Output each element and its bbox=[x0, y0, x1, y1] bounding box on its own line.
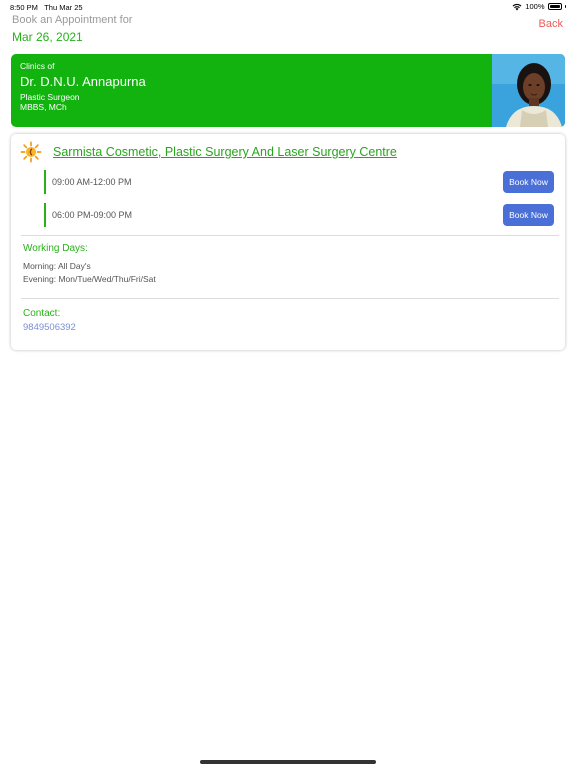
book-now-button-evening[interactable]: Book Now bbox=[503, 204, 554, 226]
clinics-of-caption: Clinics of bbox=[20, 61, 55, 71]
battery-cap bbox=[564, 5, 566, 8]
contact-label: Contact: bbox=[23, 308, 61, 319]
doctor-specialty: Plastic Surgeon bbox=[20, 92, 80, 102]
slot-indicator-bar bbox=[44, 203, 46, 227]
time-slot-morning: 09:00 AM-12:00 PM Book Now bbox=[44, 170, 554, 194]
clinic-card: Sarmista Cosmetic, Plastic Surgery And L… bbox=[11, 134, 565, 350]
doctor-name: Dr. D.N.U. Annapurna bbox=[20, 74, 146, 89]
appointment-date: Mar 26, 2021 bbox=[12, 30, 83, 44]
back-button[interactable]: Back bbox=[539, 18, 563, 30]
working-days-label: Working Days: bbox=[23, 243, 88, 254]
doctor-degree: MBBS, MCh bbox=[20, 102, 67, 112]
status-bar: 8:50 PM Thu Mar 25 100% bbox=[0, 0, 576, 14]
status-indicators: 100% bbox=[512, 2, 566, 11]
sun-logo-icon bbox=[20, 141, 42, 163]
battery-level bbox=[549, 5, 560, 8]
time-slot-evening: 06:00 PM-09:00 PM Book Now bbox=[44, 203, 554, 227]
morning-days: Morning: All Day's bbox=[23, 261, 91, 271]
divider bbox=[21, 298, 559, 299]
divider bbox=[21, 235, 559, 236]
book-now-button-morning[interactable]: Book Now bbox=[503, 171, 554, 193]
doctor-banner: Clinics of Dr. D.N.U. Annapurna Plastic … bbox=[11, 54, 565, 127]
status-time: 8:50 PM Thu Mar 25 bbox=[10, 3, 83, 12]
slot-time: 06:00 PM-09:00 PM bbox=[52, 210, 133, 220]
slot-time: 09:00 AM-12:00 PM bbox=[52, 177, 132, 187]
slot-indicator-bar bbox=[44, 170, 46, 194]
wifi-icon bbox=[512, 3, 522, 10]
battery-icon bbox=[547, 3, 562, 10]
status-date: Thu Mar 25 bbox=[44, 3, 83, 12]
clinic-name-link[interactable]: Sarmista Cosmetic, Plastic Surgery And L… bbox=[53, 145, 397, 159]
doctor-photo bbox=[492, 54, 565, 127]
home-indicator[interactable] bbox=[200, 760, 376, 764]
evening-days: Evening: Mon/Tue/Wed/Thu/Fri/Sat bbox=[23, 274, 156, 284]
status-clock: 8:50 PM bbox=[10, 3, 38, 12]
contact-phone-link[interactable]: 9849506392 bbox=[23, 322, 76, 333]
battery-percent: 100% bbox=[525, 2, 545, 11]
appointment-label: Book an Appointment for bbox=[12, 14, 133, 26]
